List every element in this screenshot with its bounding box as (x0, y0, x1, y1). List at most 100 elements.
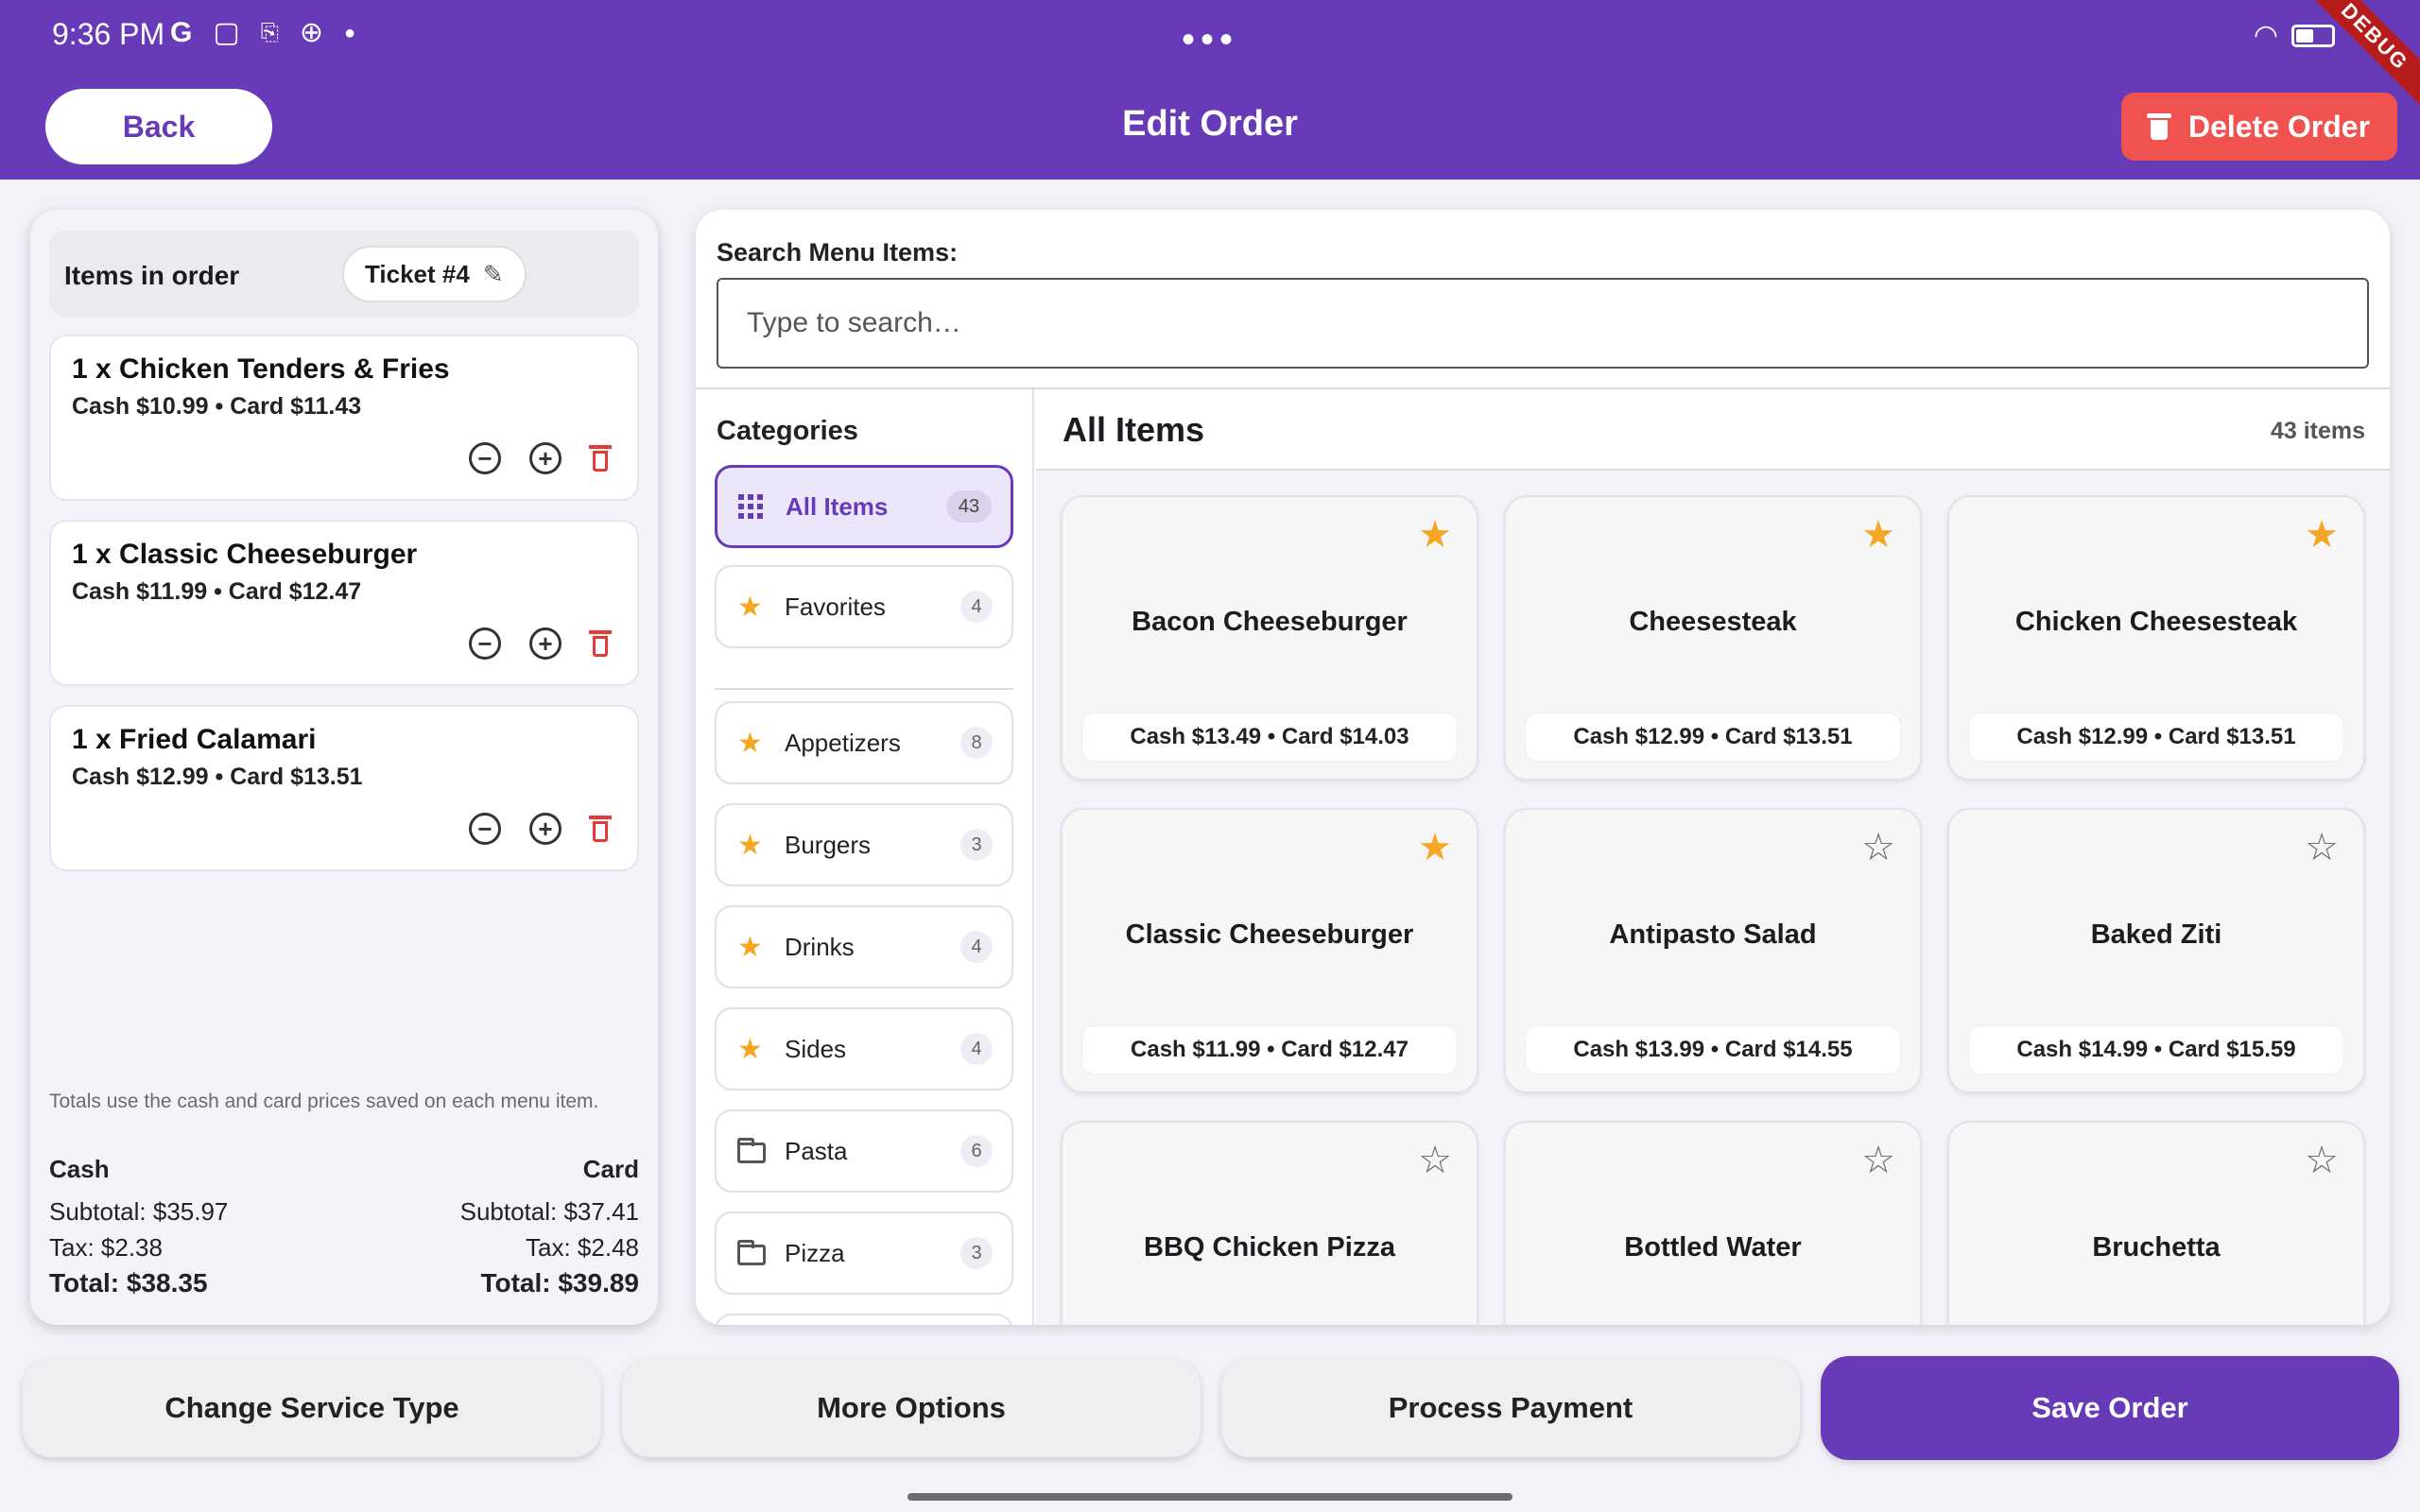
favorite-star-outline-icon[interactable]: ☆ (2305, 829, 2339, 867)
menu-panel: Search Menu Items: Categories All Items … (696, 210, 2390, 1325)
category-count: 4 (960, 931, 993, 963)
menu-item-card[interactable]: ☆ BBQ Chicken Pizza (1061, 1121, 1478, 1325)
menu-items-header: All Items 43 items (1036, 389, 2390, 471)
favorite-star-outline-icon[interactable]: ☆ (2305, 1142, 2339, 1179)
menu-item-prices: Cash $12.99 • Card $13.51 (1968, 713, 2344, 762)
cash-tax: Tax: $2.38 (49, 1233, 163, 1262)
decrease-quantity-icon[interactable]: − (469, 627, 501, 660)
order-item-prices: Cash $11.99 • Card $12.47 (72, 578, 362, 605)
star-icon: ★ (737, 931, 763, 963)
app-bar: 9:36 PM G ▢ ⎘ ⊕ ● ••• ◠ DEBUG Back Edit … (0, 0, 2420, 180)
menu-item-card[interactable]: ★ Chicken Cheesesteak Cash $12.99 • Card… (1947, 495, 2365, 781)
favorite-star-icon[interactable]: ★ (1418, 516, 1452, 554)
menu-item-card[interactable]: ☆ Bottled Water (1504, 1121, 1922, 1325)
order-item-actions: − + (469, 442, 612, 474)
search-label: Search Menu Items: (717, 238, 959, 266)
remove-item-icon[interactable] (589, 630, 612, 657)
star-icon: ★ (737, 1033, 763, 1065)
folder-icon (737, 1240, 775, 1265)
category-drinks[interactable]: ★ Drinks 4 (715, 905, 1013, 988)
delete-order-button[interactable]: Delete Order (2121, 93, 2397, 161)
order-item: 1 x Chicken Tenders & Fries Cash $10.99 … (49, 335, 639, 501)
menu-items-count: 43 items (2270, 418, 2365, 444)
remove-item-icon[interactable] (589, 445, 612, 472)
home-indicator[interactable] (908, 1493, 1512, 1501)
menu-item-name: Chicken Cheesesteak (2014, 607, 2298, 637)
categories-sidebar: Categories All Items 43 ★ Favorites 4 ★ … (696, 389, 1034, 1325)
menu-item-prices: Cash $13.99 • Card $14.55 (1525, 1025, 1901, 1074)
folder-icon (737, 1138, 775, 1163)
menu-item-prices: Cash $13.49 • Card $14.03 (1081, 713, 1458, 762)
star-icon: ★ (737, 829, 763, 861)
menu-item-card[interactable]: ★ Bacon Cheeseburger Cash $13.49 • Card … (1061, 495, 1478, 781)
cash-total: Total: $38.35 (49, 1268, 208, 1297)
pencil-icon: ✎ (482, 259, 504, 288)
menu-item-card[interactable]: ☆ Baked Ziti Cash $14.99 • Card $15.59 (1947, 808, 2365, 1093)
status-system-icons: ◠ (2254, 19, 2335, 52)
increase-quantity-icon[interactable]: + (529, 442, 562, 474)
decrease-quantity-icon[interactable]: − (469, 813, 501, 845)
favorite-star-outline-icon[interactable]: ☆ (1861, 1142, 1895, 1179)
increase-quantity-icon[interactable]: + (529, 813, 562, 845)
category-more[interactable] (715, 1314, 1013, 1325)
order-item: 1 x Fried Calamari Cash $12.99 • Card $1… (49, 705, 639, 871)
category-burgers[interactable]: ★ Burgers 3 (715, 803, 1013, 886)
category-label: Favorites (785, 592, 886, 621)
favorite-star-icon[interactable]: ★ (1861, 516, 1895, 554)
category-favorites[interactable]: ★ Favorites 4 (715, 565, 1013, 648)
menu-item-name: Cheesesteak (1629, 607, 1797, 637)
basketball-icon: ⊕ (299, 17, 324, 48)
more-options-button[interactable]: More Options (622, 1359, 1201, 1457)
cash-totals: Cash Subtotal: $35.97 Tax: $2.38 Total: … (49, 1155, 228, 1301)
category-sides[interactable]: ★ Sides 4 (715, 1007, 1013, 1091)
trash-icon (2146, 113, 2171, 140)
card-heading: Card (582, 1155, 639, 1183)
page-title: Edit Order (1122, 104, 1298, 144)
favorite-star-outline-icon[interactable]: ☆ (1861, 829, 1895, 867)
process-payment-button[interactable]: Process Payment (1221, 1359, 1800, 1457)
category-all-items[interactable]: All Items 43 (715, 465, 1013, 548)
menu-item-prices: Cash $11.99 • Card $12.47 (1081, 1025, 1458, 1074)
more-dots-icon: ••• (1182, 19, 1239, 60)
category-label: All Items (786, 491, 889, 521)
remove-item-icon[interactable] (589, 816, 612, 842)
order-item: 1 x Classic Cheeseburger Cash $11.99 • C… (49, 520, 639, 686)
delete-order-label: Delete Order (2187, 109, 2371, 144)
change-service-type-button[interactable]: Change Service Type (23, 1359, 601, 1457)
category-appetizers[interactable]: ★ Appetizers 8 (715, 701, 1013, 784)
category-label: Burgers (785, 830, 872, 859)
categories-title: Categories (717, 416, 858, 446)
save-order-button[interactable]: Save Order (1821, 1356, 2399, 1460)
category-count: 43 (946, 490, 992, 523)
search-input[interactable] (717, 278, 2369, 369)
increase-quantity-icon[interactable]: + (529, 627, 562, 660)
favorite-star-outline-icon[interactable]: ☆ (1418, 1142, 1452, 1179)
cash-subtotal: Subtotal: $35.97 (49, 1197, 229, 1226)
cash-heading: Cash (49, 1155, 110, 1183)
category-pasta[interactable]: Pasta 6 (715, 1109, 1013, 1193)
menu-item-card[interactable]: ★ Cheesesteak Cash $12.99 • Card $13.51 (1504, 495, 1922, 781)
favorite-star-icon[interactable]: ★ (2305, 516, 2339, 554)
star-icon: ★ (737, 591, 763, 623)
ticket-chip[interactable]: Ticket #4 ✎ (342, 246, 527, 302)
cast-icon: ⎘ (260, 20, 279, 45)
menu-item-card[interactable]: ★ Classic Cheeseburger Cash $11.99 • Car… (1061, 808, 1478, 1093)
order-header: Items in order Ticket #4 ✎ (49, 231, 639, 318)
dot-icon: ● (344, 23, 356, 43)
card-totals: Card Subtotal: $37.41 Tax: $2.48 Total: … (460, 1155, 639, 1301)
status-notification-icons: G ▢ ⎘ ⊕ ● (170, 19, 355, 47)
order-item-name: 1 x Chicken Tenders & Fries (72, 353, 450, 385)
decrease-quantity-icon[interactable]: − (469, 442, 501, 474)
menu-item-card[interactable]: ☆ Antipasto Salad Cash $13.99 • Card $14… (1504, 808, 1922, 1093)
favorite-star-icon[interactable]: ★ (1418, 829, 1452, 867)
menu-item-name: BBQ Chicken Pizza (1144, 1232, 1395, 1263)
wifi-icon: ◠ (2253, 20, 2278, 51)
card-total: Total: $39.89 (480, 1268, 639, 1297)
order-item-name: 1 x Fried Calamari (72, 724, 317, 755)
category-label: Sides (785, 1034, 847, 1063)
category-pizza[interactable]: Pizza 3 (715, 1211, 1013, 1295)
menu-item-name: Bacon Cheeseburger (1132, 607, 1408, 637)
menu-item-card[interactable]: ☆ Bruchetta (1947, 1121, 2365, 1325)
status-bar: 9:36 PM G ▢ ⎘ ⊕ ● ••• ◠ DEBUG (0, 0, 2420, 115)
category-label: Drinks (785, 932, 855, 961)
